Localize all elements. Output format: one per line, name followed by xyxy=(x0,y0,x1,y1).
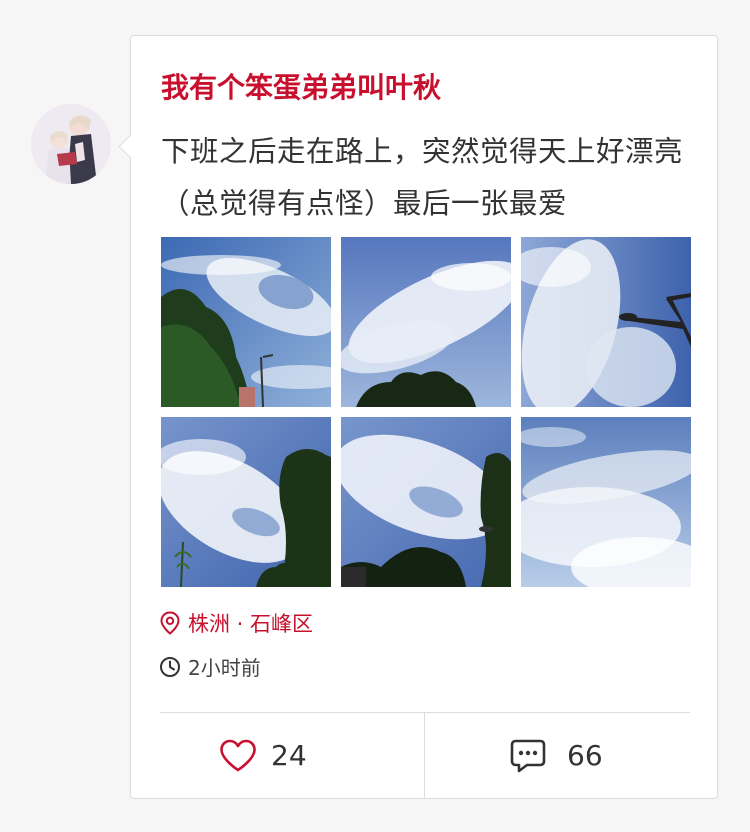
heart-icon xyxy=(220,739,256,771)
clock-icon xyxy=(160,656,180,677)
like-button[interactable]: 24 xyxy=(219,713,307,798)
photo-thumbnail[interactable] xyxy=(161,237,331,407)
comment-count: 66 xyxy=(567,739,603,772)
photo-thumbnail[interactable] xyxy=(521,237,691,407)
card-pointer xyxy=(118,134,143,159)
photo-thumbnail[interactable] xyxy=(521,417,691,587)
photo-thumbnail[interactable] xyxy=(341,417,511,587)
avatar[interactable] xyxy=(31,104,111,184)
location-text: 株洲 · 石峰区 xyxy=(188,612,314,636)
action-bar: 24 66 xyxy=(131,713,717,798)
comment-button[interactable]: 66 xyxy=(509,713,603,798)
post-time: 2小时前 xyxy=(159,652,261,681)
like-count: 24 xyxy=(271,739,307,772)
location[interactable]: 株洲 · 石峰区 xyxy=(159,608,313,638)
time-text: 2小时前 xyxy=(188,656,261,680)
post-content: 下班之后走在路上，突然觉得天上好漂亮（总觉得有点怪）最后一张最爱 xyxy=(161,135,684,220)
username[interactable]: 我有个笨蛋弟弟叫叶秋 xyxy=(161,66,441,106)
comment-bubble-icon xyxy=(510,739,546,772)
post-card: 我有个笨蛋弟弟叫叶秋 下班之后走在路上，突然觉得天上好漂亮（总觉得有点怪）最后一… xyxy=(118,35,718,799)
photo-grid xyxy=(161,237,691,587)
action-divider xyxy=(424,713,425,798)
location-pin-icon xyxy=(160,611,180,635)
photo-thumbnail[interactable] xyxy=(161,417,331,587)
photo-thumbnail[interactable] xyxy=(341,237,511,407)
avatar-illustration xyxy=(31,104,111,184)
